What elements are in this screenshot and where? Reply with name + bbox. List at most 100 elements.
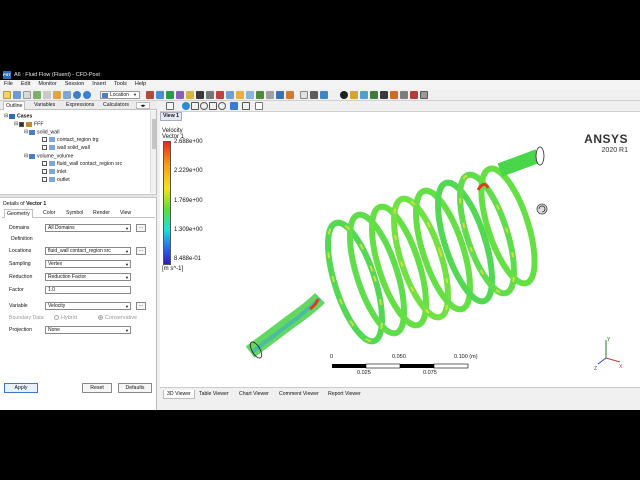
reset-button[interactable]: Reset [82, 383, 112, 393]
tab-3d-viewer[interactable]: 3D Viewer [163, 390, 195, 399]
probe-icon[interactable] [230, 102, 238, 110]
visibility-checkbox[interactable] [42, 161, 47, 167]
clip-plane-icon[interactable] [206, 91, 214, 99]
tree-node-solid-wall[interactable]: ⊟ solid_wall [24, 128, 60, 136]
save-icon[interactable] [13, 91, 21, 99]
tree-node-inlet[interactable]: inlet [42, 168, 67, 176]
comment-icon[interactable] [266, 91, 274, 99]
table-icon[interactable] [246, 91, 254, 99]
tab-symbol[interactable]: Symbol [64, 209, 85, 218]
file-icon[interactable] [43, 91, 51, 99]
panel-splitter[interactable] [0, 194, 157, 198]
menu-session[interactable]: Session [61, 80, 89, 89]
menu-file[interactable]: File [0, 80, 17, 89]
streamline-icon[interactable] [166, 91, 174, 99]
tab-table-viewer[interactable]: Table Viewer [196, 390, 232, 398]
visibility-checkbox[interactable] [42, 177, 47, 183]
case-comparison-icon[interactable] [390, 91, 398, 99]
undo-icon[interactable] [73, 91, 81, 99]
tab-geometry[interactable]: Geometry [4, 209, 33, 218]
variable-more-button[interactable]: ... [136, 302, 146, 310]
tree-node-fff[interactable]: ⊟ FFF [14, 120, 44, 128]
projection-select[interactable]: None ▼ [45, 326, 131, 334]
menu-insert[interactable]: Insert [88, 80, 110, 89]
camera-icon[interactable] [63, 91, 71, 99]
calculator-icon[interactable] [370, 91, 378, 99]
3d-viewport[interactable]: View 1 Velocity Vector 1 2.688e+00 2.229… [160, 112, 640, 387]
tab-render[interactable]: Render [91, 209, 112, 218]
color-map-icon[interactable] [216, 91, 224, 99]
tab-expressions[interactable]: Expressions [64, 101, 96, 110]
view-layout-icon[interactable] [242, 102, 250, 110]
tab-color[interactable]: Color [41, 209, 57, 218]
tree-node-volume-volume[interactable]: ⊟ volume_volume [24, 152, 73, 160]
chart-icon[interactable] [256, 91, 264, 99]
tree-node-outlet[interactable]: outlet [42, 176, 70, 184]
macro-icon[interactable] [360, 91, 368, 99]
tab-calculators[interactable]: Calculators [101, 101, 131, 110]
print-icon[interactable] [23, 91, 31, 99]
domains-more-button[interactable]: ... [136, 224, 146, 232]
menu-edit[interactable]: Edit [17, 80, 34, 89]
volume-rendering-icon[interactable] [186, 91, 194, 99]
zoom-fit-icon[interactable] [218, 102, 226, 110]
report-icon[interactable] [320, 91, 328, 99]
turbo-icon[interactable] [410, 91, 418, 99]
contour-icon[interactable] [156, 91, 164, 99]
rotate-icon[interactable] [182, 102, 190, 110]
mesh-icon[interactable] [400, 91, 408, 99]
location-dropdown[interactable]: Location ▼ [100, 91, 140, 99]
figure-icon[interactable] [276, 91, 284, 99]
hybrid-radio[interactable] [54, 315, 59, 321]
visibility-checkbox[interactable] [19, 121, 24, 127]
window-icon[interactable] [255, 102, 263, 110]
factor-input[interactable]: 1.0 [45, 286, 131, 294]
text-icon[interactable] [196, 91, 204, 99]
pan-icon[interactable] [191, 102, 199, 110]
hybrid-option[interactable]: Hybrid [54, 313, 77, 323]
visibility-checkbox[interactable] [42, 169, 47, 175]
load-results-icon[interactable] [33, 91, 41, 99]
zoom-box-icon[interactable] [209, 102, 217, 110]
conservative-radio[interactable] [98, 315, 103, 321]
tab-chart-viewer[interactable]: Chart Viewer [236, 390, 272, 398]
reduction-select[interactable]: Reduction Factor ▼ [45, 273, 131, 281]
tree-scrollbar[interactable] [150, 111, 156, 193]
domains-select[interactable]: All Domains ▼ [45, 224, 131, 232]
variable-select[interactable]: Velocity ▼ [45, 302, 131, 310]
apply-button[interactable]: Apply [4, 383, 38, 393]
expression-icon[interactable] [236, 91, 244, 99]
variable-icon[interactable] [226, 91, 234, 99]
timestep-icon[interactable] [310, 91, 318, 99]
tree-node-wall-solid-wall[interactable]: wall solid_wall [42, 144, 90, 152]
menu-tools[interactable]: Tools [110, 80, 131, 89]
menu-monitor[interactable]: Monitor [34, 80, 60, 89]
tab-report-viewer[interactable]: Report Viewer [325, 390, 364, 398]
function-icon[interactable] [380, 91, 388, 99]
visibility-checkbox[interactable] [42, 145, 47, 151]
tree-node-cases[interactable]: ⊟ Cases [4, 112, 32, 120]
select-icon[interactable] [166, 102, 174, 110]
tab-comment-viewer[interactable]: Comment Viewer [276, 390, 322, 398]
locations-more-button[interactable]: ... [136, 247, 146, 255]
particle-track-icon[interactable] [176, 91, 184, 99]
animation-icon[interactable] [286, 91, 294, 99]
tree-node-contact-region-trg[interactable]: contact_region trg [42, 136, 99, 144]
tab-outline[interactable]: Outline [3, 101, 26, 110]
defaults-button[interactable]: Defaults [118, 383, 152, 393]
clock-icon[interactable] [340, 91, 348, 99]
tree-node-fluid-wall[interactable]: fluid_wall contact_region src [42, 160, 122, 168]
tab-variables[interactable]: Variables [32, 101, 57, 110]
command-editor-icon[interactable] [420, 91, 428, 99]
quick-editor-icon[interactable] [300, 91, 308, 99]
export-icon[interactable] [350, 91, 358, 99]
conservative-option[interactable]: Conservative [98, 313, 137, 323]
tab-view[interactable]: View [118, 209, 133, 218]
vector-icon[interactable] [146, 91, 154, 99]
menu-help[interactable]: Help [131, 80, 150, 89]
open-folder-icon[interactable] [3, 91, 11, 99]
image-icon[interactable] [53, 91, 61, 99]
locations-select[interactable]: fluid_wall contact_region src ▼ [45, 247, 131, 255]
sampling-select[interactable]: Vertex ▼ [45, 260, 131, 268]
tab-scroll-arrows[interactable]: ◂▸ [136, 102, 150, 109]
